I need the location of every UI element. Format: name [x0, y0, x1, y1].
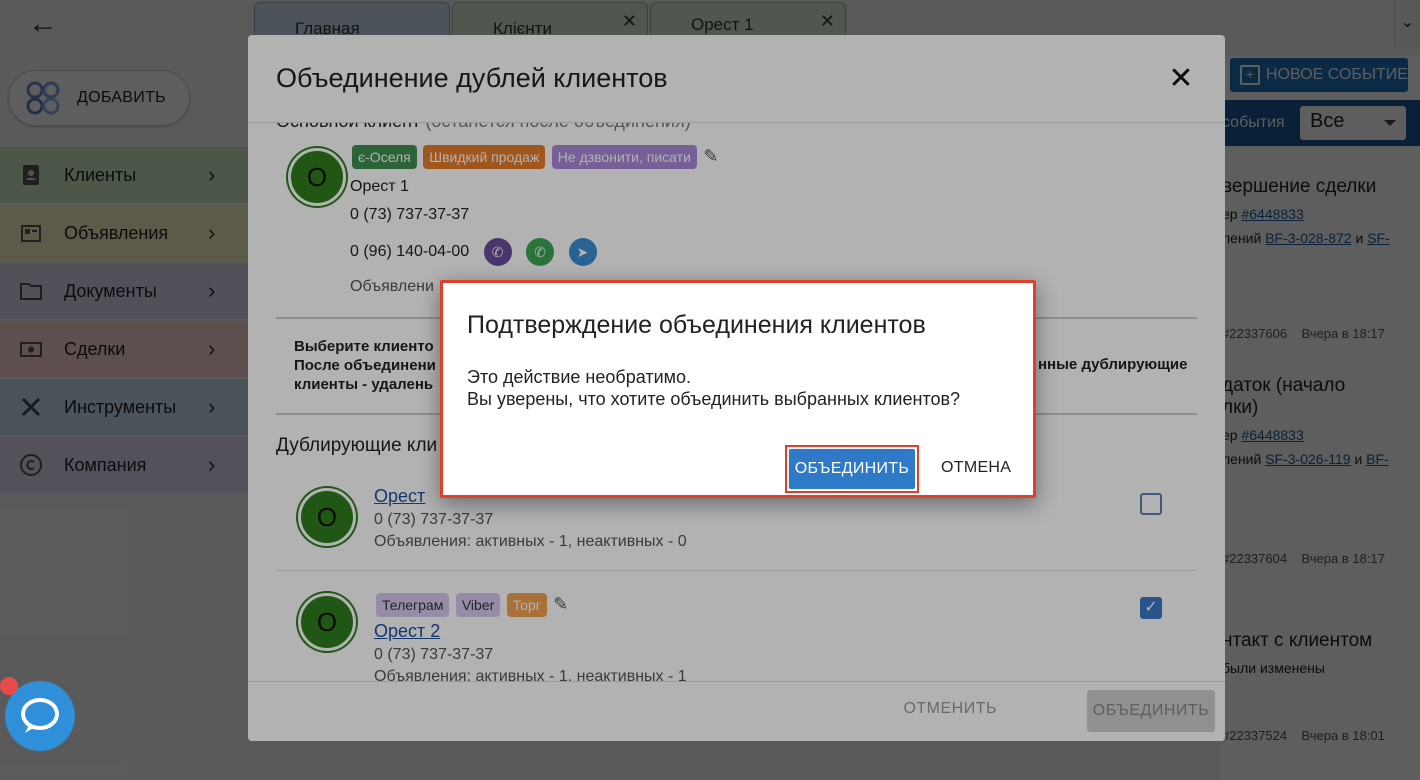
- confirm-message: Это действие необратимо.: [467, 367, 692, 387]
- confirm-merge-button[interactable]: ОБЪЕДИНИТЬ: [789, 449, 915, 489]
- confirm-title: Подтверждение объединения клиентов: [467, 311, 926, 339]
- confirm-button-highlight: ОБЪЕДИНИТЬ: [785, 445, 919, 493]
- notification-dot: [0, 677, 18, 695]
- confirm-cancel-button[interactable]: ОТМЕНА: [941, 459, 1011, 477]
- confirm-message: Вы уверены, что хотите объединить выбран…: [467, 389, 961, 409]
- confirm-merge-dialog: Подтверждение объединения клиентов Это д…: [440, 280, 1036, 498]
